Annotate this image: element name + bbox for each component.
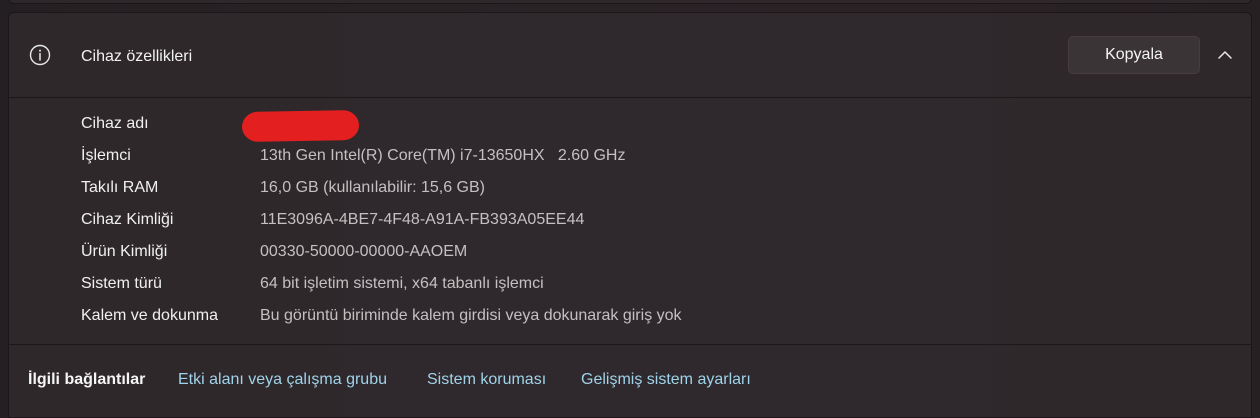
copy-button[interactable]: Kopyala [1068,36,1200,74]
link-advanced-system-settings[interactable]: Gelişmiş sistem ayarları [581,370,751,390]
spec-row-device-id: Cihaz Kimliği 11E3096A-4BE7-4F48-A91A-FB… [81,204,1181,236]
link-system-protection[interactable]: Sistem koruması [427,370,546,390]
spec-value: 13th Gen Intel(R) Core(TM) i7-13650HX 2.… [260,147,626,164]
related-links-title: İlgili bağlantılar [28,371,146,388]
device-specs-list: Cihaz adı İşlemci 13th Gen Intel(R) Core… [9,98,1251,345]
device-specs-card: Cihaz özellikleri Kopyala Cihaz adı İşle… [8,12,1252,418]
spec-label: Sistem türü [81,275,162,292]
spec-label: Takılı RAM [81,179,159,196]
spec-label: Cihaz adı [81,115,149,132]
spec-label: İşlemci [81,147,131,164]
redaction-mark [241,109,360,143]
chevron-up-icon[interactable] [1214,47,1236,63]
spec-value: 64 bit işletim sistemi, x64 tabanlı işle… [260,275,544,292]
spec-label: Ürün Kimliği [81,243,168,260]
spec-label: Cihaz Kimliği [81,211,174,228]
spec-row-ram: Takılı RAM 16,0 GB (kullanılabilir: 15,6… [81,172,1181,204]
spec-value: 00330-50000-00000-AAOEM [260,243,468,260]
spec-label: Kalem ve dokunma [81,307,218,324]
spec-row-pen-touch: Kalem ve dokunma Bu görüntü biriminde ka… [81,300,1181,332]
spec-value: 11E3096A-4BE7-4F48-A91A-FB393A05EE44 [260,211,585,228]
device-specs-title: Cihaz özellikleri [81,48,193,65]
spec-row-system-type: Sistem türü 64 bit işletim sistemi, x64 … [81,268,1181,300]
spec-row-processor: İşlemci 13th Gen Intel(R) Core(TM) i7-13… [81,140,1181,172]
related-links-bar: İlgili bağlantılar Etki alanı veya çalış… [9,345,1251,417]
device-specs-header[interactable]: Cihaz özellikleri Kopyala [9,13,1251,98]
spec-row-product-id: Ürün Kimliği 00330-50000-00000-AAOEM [81,236,1181,268]
link-domain-workgroup[interactable]: Etki alanı veya çalışma grubu [178,370,387,390]
info-icon [29,44,51,66]
spec-value: Bu görüntü biriminde kalem girdisi veya … [260,307,682,324]
previous-card [8,0,1252,4]
spec-value: 16,0 GB (kullanılabilir: 15,6 GB) [260,179,485,196]
